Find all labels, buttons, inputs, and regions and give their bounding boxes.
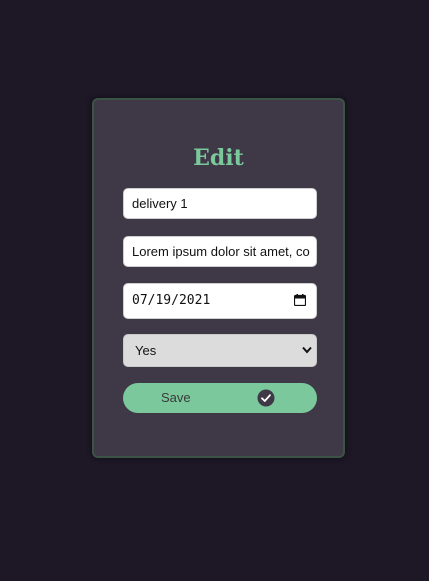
- chevron-down-icon: [302, 346, 312, 354]
- save-button-label: Save: [161, 390, 191, 405]
- status-select[interactable]: Yes: [123, 334, 317, 367]
- check-circle-icon: [257, 389, 275, 407]
- edit-form-card: Edit delivery 1 Lorem ipsum dolor sit am…: [92, 98, 345, 458]
- calendar-icon[interactable]: [294, 294, 306, 306]
- form-title: Edit: [193, 145, 244, 171]
- description-input[interactable]: Lorem ipsum dolor sit amet, co: [123, 236, 317, 267]
- status-select-value: Yes: [135, 343, 157, 358]
- name-input[interactable]: delivery 1: [123, 188, 317, 219]
- date-value: 07/19/2021: [132, 293, 211, 308]
- save-button[interactable]: Save: [123, 383, 317, 413]
- date-input[interactable]: 07/19/2021: [123, 283, 317, 319]
